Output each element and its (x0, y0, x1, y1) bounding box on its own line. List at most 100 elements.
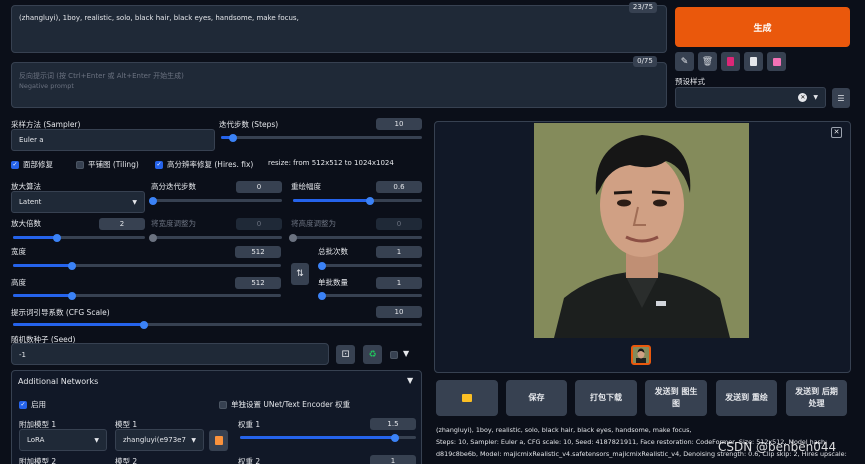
portrait-illustration (534, 123, 749, 338)
resize-width-slider[interactable] (149, 233, 282, 242)
weight1-slider[interactable] (240, 433, 416, 442)
height-slider[interactable] (13, 291, 281, 300)
upscaler-dropdown[interactable]: Latent ▼ (11, 191, 145, 213)
zip-button[interactable]: 打包下载 (575, 380, 637, 416)
expand-triangle-icon[interactable]: ▼ (403, 349, 409, 358)
negative-prompt-input[interactable]: 反向提示词 (按 Ctrl+Enter 或 Alt+Enter 开始生成) Ne… (11, 62, 667, 108)
swap-dimensions-button[interactable]: ⇅ (291, 263, 309, 285)
denoise-slider[interactable] (293, 196, 422, 205)
width-slider[interactable] (13, 261, 281, 270)
separate-weights-checkbox[interactable]: 单独设置 UNet/Text Encoder 权重 (219, 399, 350, 410)
steps-slider[interactable] (221, 133, 422, 142)
send-img2img-button[interactable]: 发送到 图生图 (645, 380, 707, 416)
tiling-checkbox[interactable]: 平铺图 (Tiling) (76, 159, 139, 170)
height-label: 高度 (11, 278, 26, 287)
steps-label: 迭代步数 (Steps) (219, 120, 279, 129)
negative-placeholder: 反向提示词 (按 Ctrl+Enter 或 Alt+Enter 开始生成) (19, 72, 184, 80)
width-label: 宽度 (11, 247, 26, 256)
cfg-input[interactable]: 10 (376, 306, 422, 318)
send-inpaint-button[interactable]: 发送到 重绘 (716, 380, 777, 416)
denoise-input[interactable]: 0.6 (376, 181, 422, 193)
model1-name-dropdown[interactable]: zhangluyi(e973e7 ▼ (115, 429, 204, 451)
refresh-models-button[interactable] (209, 430, 228, 451)
chevron-down-icon: ▼ (813, 94, 818, 101)
cfg-slider[interactable] (13, 320, 422, 329)
gallery-thumbnail[interactable] (631, 345, 651, 365)
model2-type-label: 附加模型 2 (19, 457, 57, 464)
thumbnail-portrait (633, 347, 649, 363)
weight2-input[interactable]: 1 (370, 455, 416, 464)
upscale-by-slider[interactable] (13, 233, 145, 242)
swap-arrows-icon: ⇅ (296, 269, 304, 279)
save-icon[interactable] (767, 52, 786, 71)
negative-token-counter: 0/75 (633, 56, 657, 67)
batch-count-label: 总批次数 (318, 247, 348, 256)
separate-weights-label: 单独设置 UNet/Text Encoder 权重 (231, 400, 351, 409)
styles-dropdown[interactable]: ✕ ▼ (675, 87, 826, 108)
recycle-icon[interactable]: ♻ (363, 345, 382, 364)
tiling-label: 平铺图 (Tiling) (88, 160, 139, 169)
dice-icon[interactable]: ⚀ (336, 345, 355, 364)
send-img2img-label: 发送到 图生图 (654, 387, 698, 408)
generated-portrait-image[interactable] (534, 123, 749, 338)
check-icon: ✓ (155, 160, 163, 169)
chevron-down-icon: ▼ (94, 436, 99, 444)
denoise-label: 重绘幅度 (291, 182, 321, 191)
resize-height-input[interactable]: 0 (376, 218, 422, 230)
model2-name-label: 模型 2 (115, 457, 138, 464)
resize-note: resize: from 512x512 to 1024x1024 (268, 159, 394, 167)
prompt-input[interactable]: (zhangluyi), 1boy, realistic, solo, blac… (11, 5, 667, 53)
steps-input[interactable]: 10 (376, 118, 422, 130)
seed-input[interactable]: -1 (11, 343, 329, 365)
hires-steps-label: 高分迭代步数 (151, 182, 196, 191)
width-input[interactable]: 512 (235, 246, 281, 258)
model1-type-dropdown[interactable]: LoRA ▼ (19, 429, 107, 451)
batch-size-slider[interactable] (318, 291, 422, 300)
open-folder-button[interactable] (436, 380, 498, 416)
batch-size-label: 单批数量 (318, 278, 348, 287)
clipboard-icon[interactable] (744, 52, 763, 71)
weight2-label: 权重 2 (238, 457, 261, 464)
folder-icon (462, 394, 472, 402)
unchecked-box-icon (76, 160, 84, 169)
cfg-label: 提示词引导系数 (CFG Scale) (11, 308, 110, 317)
toolbar: ✎ 🗑 (675, 52, 786, 71)
collapse-triangle-icon[interactable]: ▼ (407, 376, 413, 385)
close-icon[interactable]: ✕ (831, 127, 842, 138)
clear-icon[interactable]: ✕ (798, 93, 808, 102)
weight1-input[interactable]: 1.5 (370, 418, 416, 430)
hires-steps-input[interactable]: 0 (236, 181, 282, 193)
extra-seed-checkbox[interactable] (390, 351, 398, 359)
info-prompt-line: (zhangluyi), 1boy, realistic, solo, blac… (436, 426, 692, 434)
hires-checkbox[interactable]: ✓ 高分辨率修复 (Hires. fix) (155, 159, 253, 170)
resize-width-label: 将宽度调整为 (151, 219, 196, 228)
face-restore-checkbox[interactable]: ✓ 面部修复 (11, 159, 53, 170)
hires-steps-slider[interactable] (149, 196, 282, 205)
face-restore-label: 面部修复 (23, 160, 53, 169)
send-extras-button[interactable]: 发送到 后期处理 (786, 380, 847, 416)
sampler-dropdown[interactable]: Euler a (11, 129, 215, 151)
send-extras-label: 发送到 后期处理 (795, 387, 838, 408)
height-input[interactable]: 512 (235, 277, 281, 289)
generate-button[interactable]: 生成 (675, 7, 850, 47)
apply-style-button[interactable]: ☰ (832, 88, 850, 108)
additional-networks-title[interactable]: Additional Networks (18, 377, 98, 386)
batch-count-input[interactable]: 1 (376, 246, 422, 258)
watermark: CSDN @benben044 (718, 440, 837, 454)
upscale-by-input[interactable]: 2 (99, 218, 145, 230)
save-button[interactable]: 保存 (506, 380, 567, 416)
enable-checkbox[interactable]: ✓ 启用 (19, 399, 46, 410)
styles-label: 预设样式 (675, 77, 705, 86)
pencil-icon[interactable]: ✎ (675, 52, 694, 71)
sampler-value: Euler a (19, 136, 44, 144)
enable-label: 启用 (31, 400, 46, 409)
batch-count-slider[interactable] (318, 261, 422, 270)
prompt-text: (zhangluyi), 1boy, realistic, solo, blac… (19, 14, 299, 22)
resize-height-slider[interactable] (289, 233, 422, 242)
chevron-down-icon: ▼ (191, 436, 196, 444)
resize-width-input[interactable]: 0 (236, 218, 282, 230)
batch-size-input[interactable]: 1 (376, 277, 422, 289)
pink-card-icon[interactable] (721, 52, 740, 71)
trash-icon[interactable]: 🗑 (698, 52, 717, 71)
unchecked-box-icon (219, 400, 227, 409)
